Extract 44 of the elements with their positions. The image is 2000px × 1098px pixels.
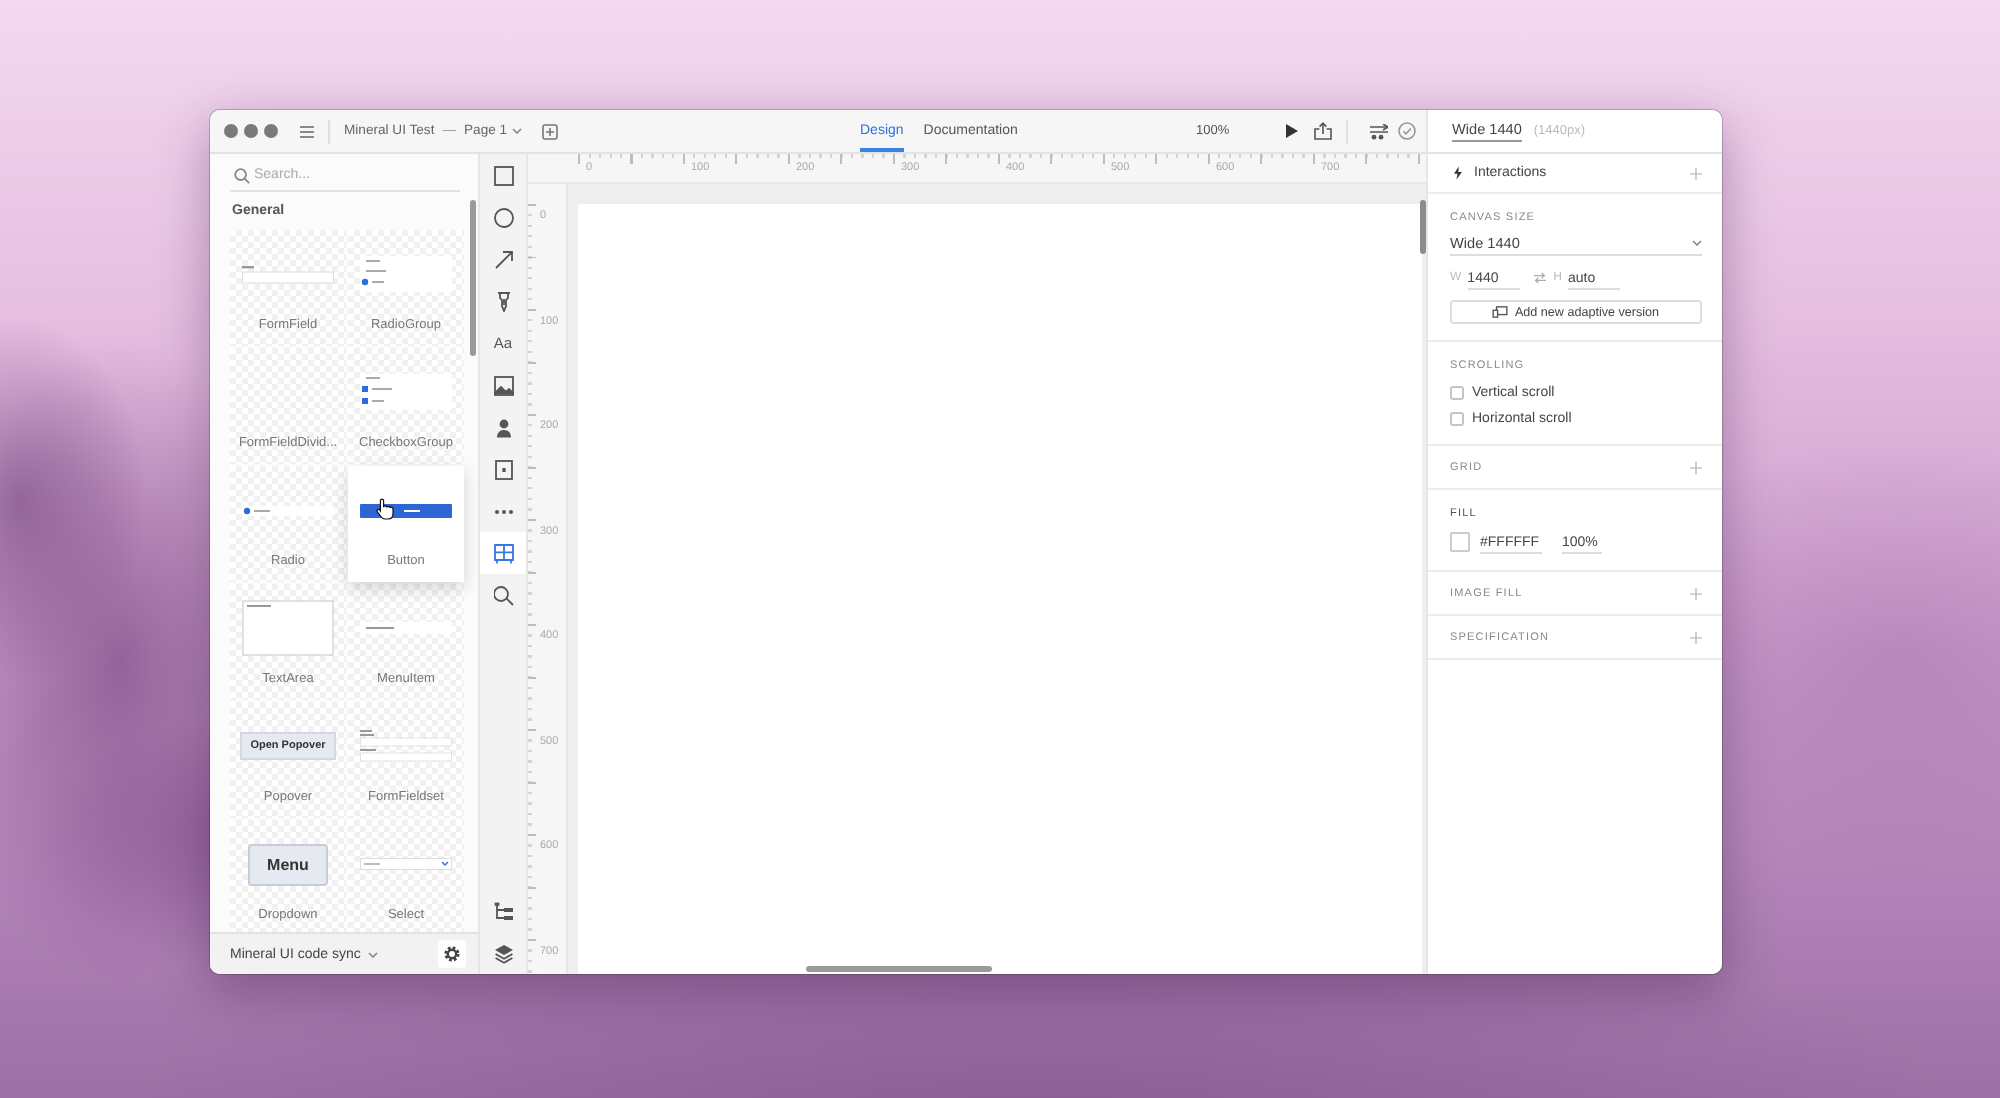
hierarchy-icon bbox=[493, 901, 513, 921]
menu-button-preview: Menu bbox=[247, 843, 329, 885]
pen-icon bbox=[493, 291, 513, 311]
grid-icon bbox=[493, 543, 513, 563]
text-area-preview-drawing bbox=[242, 600, 334, 656]
caret-icon bbox=[368, 951, 379, 957]
input-preview-drawing bbox=[242, 265, 334, 283]
settings-button[interactable] bbox=[438, 940, 466, 968]
settings-icon bbox=[444, 946, 460, 962]
person-icon bbox=[493, 417, 513, 437]
plus-square-icon[interactable] bbox=[541, 123, 558, 139]
lightning-icon bbox=[1454, 166, 1462, 180]
select-preview-drawing bbox=[360, 858, 452, 870]
checkbox-list-preview-drawing bbox=[360, 374, 452, 410]
play-icon[interactable] bbox=[1285, 124, 1298, 138]
radio-list-preview-drawing bbox=[360, 256, 452, 292]
caret-icon bbox=[1692, 240, 1702, 246]
share-icon[interactable] bbox=[1313, 122, 1332, 140]
checkbox[interactable] bbox=[1450, 386, 1464, 400]
search-icon bbox=[493, 585, 513, 605]
hand-cursor-icon bbox=[376, 498, 394, 520]
checkbox[interactable] bbox=[1450, 412, 1464, 426]
frame-icon bbox=[493, 459, 513, 479]
plus-icon bbox=[1690, 167, 1702, 179]
circle-icon bbox=[493, 207, 513, 227]
image-icon bbox=[493, 375, 513, 395]
screens-icon bbox=[1492, 306, 1509, 318]
sliders-icon[interactable] bbox=[1369, 123, 1388, 139]
swap-arrows-icon[interactable] bbox=[1533, 272, 1546, 284]
scrollbar-thumb[interactable] bbox=[1420, 200, 1426, 254]
color-swatch-icon[interactable] bbox=[1450, 532, 1470, 552]
check-circle-icon[interactable] bbox=[1397, 122, 1416, 140]
layers-icon bbox=[493, 943, 513, 963]
scrollbar-thumb[interactable] bbox=[470, 200, 476, 356]
radio-preview-drawing bbox=[242, 505, 334, 515]
search-icon bbox=[234, 168, 250, 184]
rectangle-icon bbox=[493, 165, 513, 185]
menu-icon[interactable] bbox=[300, 125, 314, 137]
arrow-icon bbox=[493, 249, 513, 269]
tool-button[interactable] bbox=[480, 532, 526, 574]
form-preview-drawing bbox=[360, 730, 452, 762]
scrollbar-thumb[interactable] bbox=[806, 966, 992, 972]
menu-item-preview-drawing bbox=[360, 622, 452, 634]
caret-icon bbox=[511, 128, 522, 134]
